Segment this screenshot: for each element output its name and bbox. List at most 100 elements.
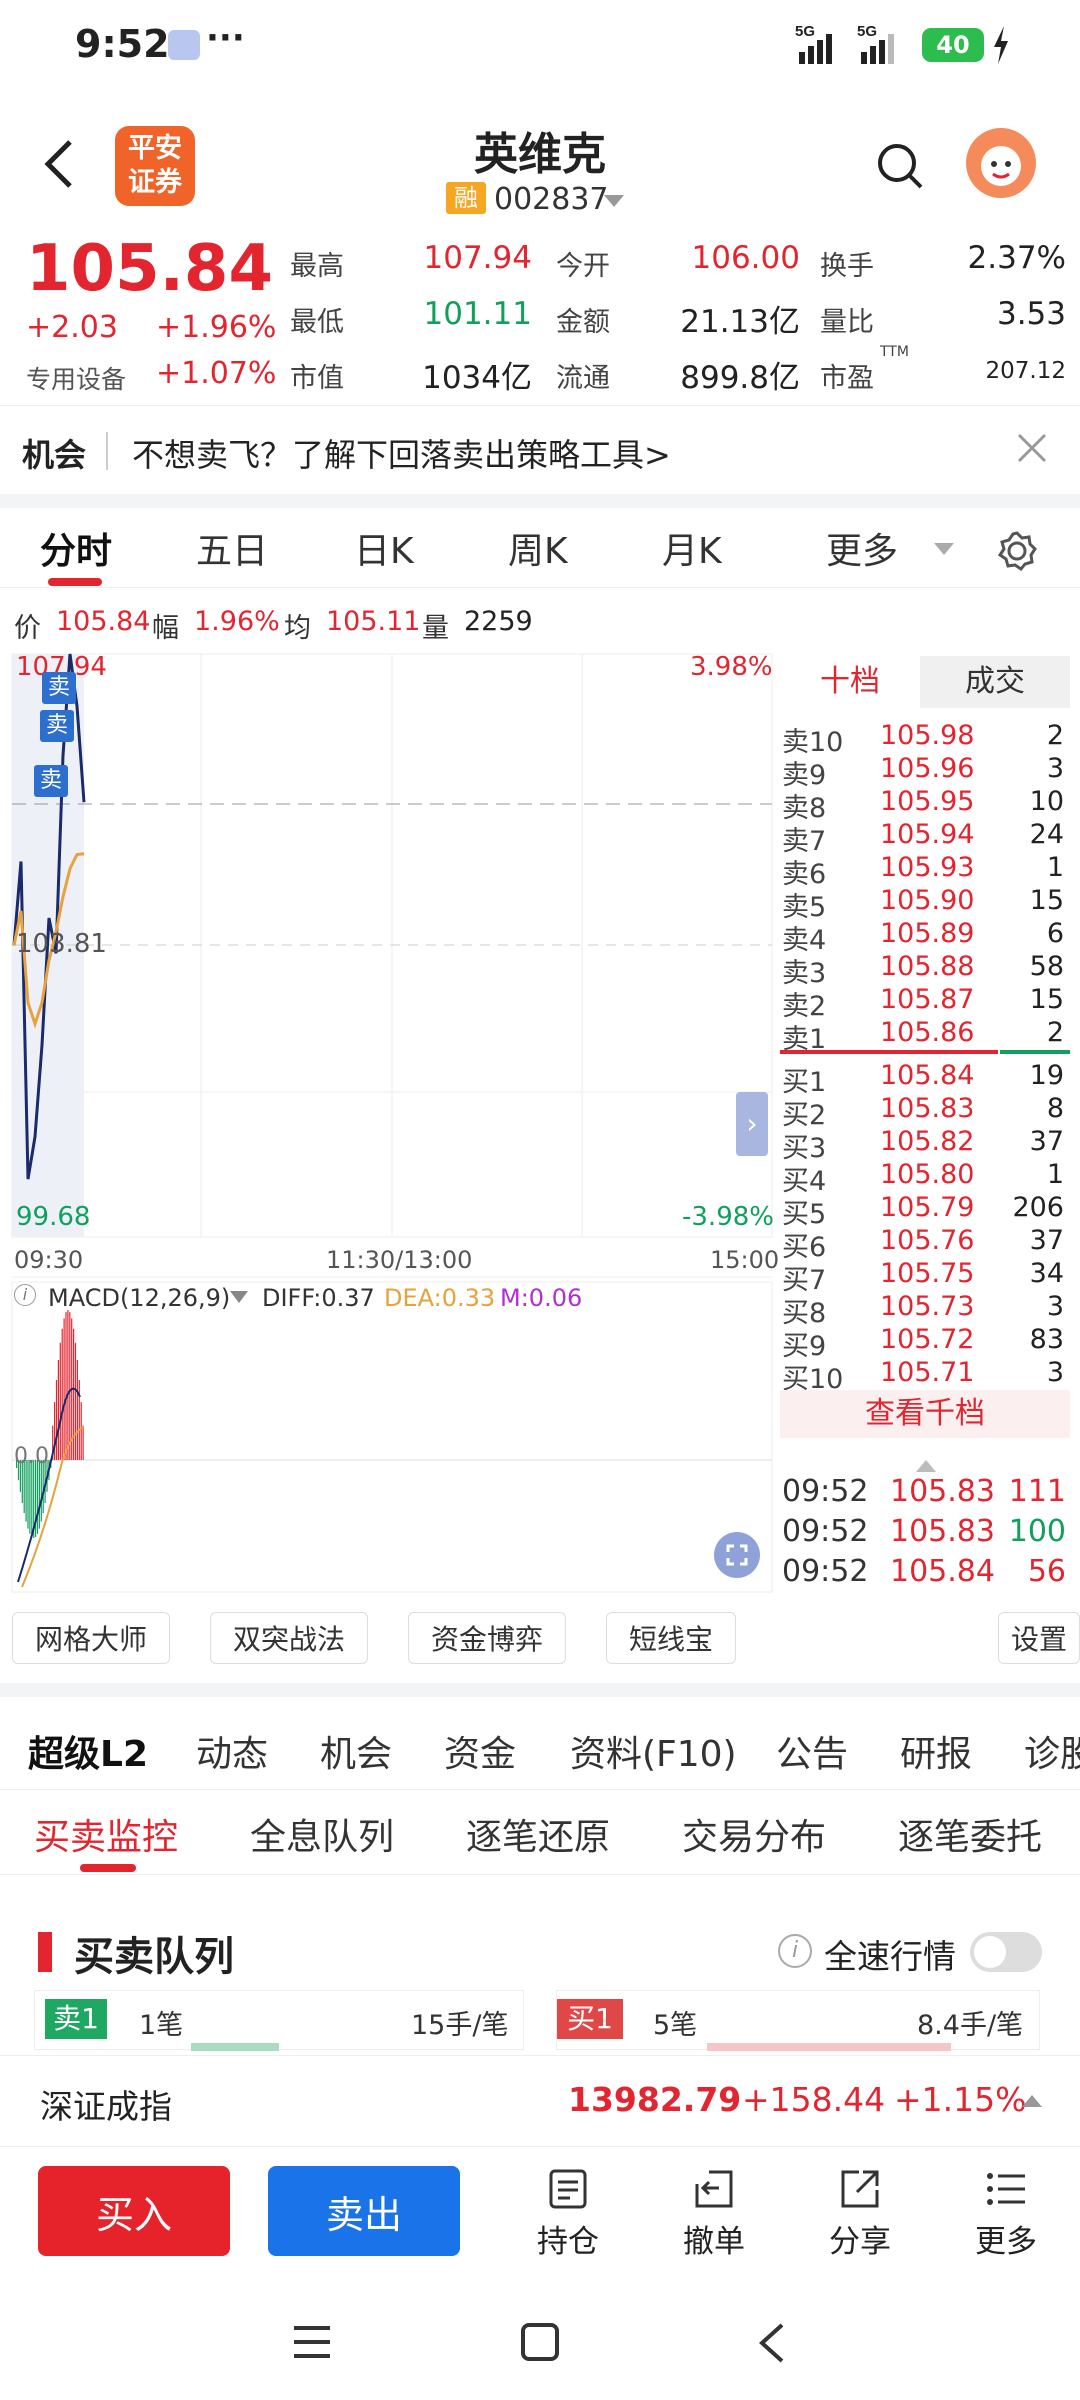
- ask-level-row[interactable]: 卖5 105.90 15: [780, 885, 1070, 923]
- settings-button[interactable]: 设置: [998, 1612, 1080, 1664]
- sector-name[interactable]: 专用设备: [26, 360, 126, 396]
- tab-diagnosis[interactable]: 诊股: [1024, 1725, 1080, 1777]
- bid-level-row[interactable]: 买5 105.79 206: [780, 1192, 1070, 1230]
- tab-tick-replay[interactable]: 逐笔还原: [466, 1808, 610, 1860]
- buy-button[interactable]: 买入: [38, 2166, 230, 2256]
- back-icon[interactable]: [40, 138, 76, 194]
- sell-signal-marker[interactable]: 卖: [40, 710, 74, 742]
- index-ticker[interactable]: 深证成指 13982.79 +158.44 +1.15%: [0, 2055, 1080, 2147]
- chart-info: 价 105.84 幅 1.96% 均 105.11 量 2259: [0, 596, 780, 648]
- ask-level-volume: 15: [1029, 885, 1064, 916]
- tab-tick-orders[interactable]: 逐笔委托: [898, 1808, 1042, 1860]
- recent-apps-icon[interactable]: [292, 2324, 332, 2364]
- ask-level-row[interactable]: 卖3 105.88 58: [780, 951, 1070, 989]
- opportunity-banner[interactable]: 机会 不想卖飞？了解下回落卖出策略工具>: [0, 405, 1080, 495]
- stock-code[interactable]: 002837: [494, 182, 609, 217]
- opportunity-text[interactable]: 不想卖飞？了解下回落卖出策略工具>: [132, 430, 671, 476]
- info-icon[interactable]: i: [778, 1934, 812, 1968]
- vol-label: 量: [422, 613, 449, 644]
- bid-level-row[interactable]: 买8 105.73 3: [780, 1291, 1070, 1329]
- ask-level-row[interactable]: 卖4 105.89 6: [780, 918, 1070, 956]
- intraday-chart[interactable]: 107.94 3.98% 103.81 99.68 -3.98% 09:30 1…: [0, 652, 780, 1602]
- bid-level-row[interactable]: 买3 105.82 37: [780, 1126, 1070, 1164]
- bid-level-volume: 34: [1029, 1258, 1064, 1289]
- view-thousand-levels-button[interactable]: 查看千档: [780, 1390, 1070, 1438]
- bid-level-row[interactable]: 买1 105.84 19: [780, 1060, 1070, 1098]
- tab-deals[interactable]: 成交: [920, 656, 1070, 708]
- tab-month-k[interactable]: 月K: [662, 522, 722, 574]
- macd-label[interactable]: MACD(12,26,9): [48, 1284, 230, 1312]
- buy-queue-card[interactable]: 买1 5笔 8.4手/笔: [556, 1990, 1040, 2051]
- trade-time: 09:52: [782, 1474, 869, 1509]
- ask-level-price: 105.88: [880, 951, 975, 982]
- macd-bar: [80, 1402, 82, 1461]
- tab-day-k[interactable]: 日K: [354, 522, 414, 574]
- ask-level-row[interactable]: 卖8 105.95 10: [780, 786, 1070, 824]
- sell-button[interactable]: 卖出: [268, 2166, 460, 2256]
- ask-level-row[interactable]: 卖6 105.93 1: [780, 852, 1070, 890]
- price-change: +2.03: [26, 310, 118, 345]
- ask-level-row[interactable]: 卖10 105.98 2: [780, 720, 1070, 758]
- ask-level-row[interactable]: 卖1 105.86 2: [780, 1017, 1070, 1055]
- tab-funds[interactable]: 资金: [444, 1725, 516, 1777]
- chevron-up-icon[interactable]: [1022, 2092, 1042, 2111]
- tab-news[interactable]: 动态: [196, 1725, 268, 1777]
- tab-opportunity[interactable]: 机会: [320, 1725, 392, 1777]
- bid-level-row[interactable]: 买4 105.80 1: [780, 1159, 1070, 1197]
- ask-level-row[interactable]: 卖7 105.94 24: [780, 819, 1070, 857]
- bid-level-row[interactable]: 买6 105.76 37: [780, 1225, 1070, 1263]
- stat-label: 换手: [820, 251, 874, 282]
- assistant-avatar-icon[interactable]: [966, 128, 1036, 198]
- share-button[interactable]: 分享: [810, 2168, 910, 2261]
- macd-bar: [82, 1425, 84, 1460]
- system-nav-bar: [0, 2280, 1080, 2400]
- ask-level-row[interactable]: 卖9 105.96 3: [780, 753, 1070, 791]
- sell-queue-card[interactable]: 卖1 1笔 15手/笔: [34, 1990, 524, 2051]
- full-speed-toggle[interactable]: [970, 1932, 1042, 1972]
- expand-chart-arrow-icon[interactable]: ›: [736, 1092, 768, 1156]
- tab-super-l2[interactable]: 超级L2: [28, 1725, 148, 1777]
- info-icon[interactable]: i: [14, 1284, 36, 1306]
- bid-level-row[interactable]: 买10 105.71 3: [780, 1357, 1070, 1395]
- tab-week-k[interactable]: 周K: [508, 522, 568, 574]
- search-icon[interactable]: [876, 142, 924, 196]
- close-icon[interactable]: [1016, 432, 1048, 468]
- sell-signal-marker[interactable]: 卖: [34, 765, 68, 797]
- broker-logo[interactable]: 平安证券: [115, 126, 195, 206]
- fund-game-button[interactable]: 资金博弈: [408, 1612, 566, 1664]
- tab-trade-monitor[interactable]: 买卖监控: [34, 1808, 178, 1860]
- tab-announcements[interactable]: 公告: [776, 1725, 848, 1777]
- bid-level-row[interactable]: 买2 105.83 8: [780, 1093, 1070, 1131]
- double-break-button[interactable]: 双突战法: [210, 1612, 368, 1664]
- status-bar: 9:52 ··· 5G 5G 40: [0, 0, 1080, 90]
- tab-research[interactable]: 研报: [900, 1725, 972, 1777]
- bid-level-row[interactable]: 买7 105.75 34: [780, 1258, 1070, 1296]
- bid-level-price: 105.73: [880, 1291, 975, 1322]
- fullscreen-icon[interactable]: [714, 1532, 760, 1578]
- ask-level-row[interactable]: 卖2 105.87 15: [780, 984, 1070, 1022]
- tab-ten-level[interactable]: 十档: [780, 656, 920, 708]
- back-nav-icon[interactable]: [756, 2322, 786, 2368]
- short-line-button[interactable]: 短线宝: [606, 1612, 736, 1664]
- sell-signal-marker[interactable]: 卖: [42, 672, 76, 704]
- grid-master-button[interactable]: 网格大师: [12, 1612, 170, 1664]
- tab-five-day[interactable]: 五日: [196, 522, 268, 574]
- macd-bar: [63, 1318, 65, 1461]
- tab-f10[interactable]: 资料(F10): [570, 1725, 737, 1777]
- chevron-down-icon[interactable]: [934, 542, 954, 561]
- trade-volume: 100: [1008, 1514, 1066, 1549]
- tab-intraday[interactable]: 分时: [40, 522, 112, 574]
- tab-trade-distribution[interactable]: 交易分布: [682, 1808, 826, 1860]
- chevron-down-icon[interactable]: [604, 194, 624, 213]
- tab-more[interactable]: 更多: [826, 522, 898, 574]
- settings-gear-icon[interactable]: [996, 530, 1038, 576]
- cancel-order-button[interactable]: 撤单: [664, 2168, 764, 2261]
- home-icon[interactable]: [520, 2322, 560, 2366]
- bid-level-row[interactable]: 买9 105.72 83: [780, 1324, 1070, 1362]
- chevron-down-icon[interactable]: [230, 1290, 248, 1309]
- macd-bar: [29, 1460, 31, 1534]
- price-change-pct: +1.96%: [156, 310, 277, 345]
- more-button[interactable]: 更多: [956, 2168, 1056, 2261]
- holdings-button[interactable]: 持仓: [518, 2168, 618, 2261]
- tab-full-queue[interactable]: 全息队列: [250, 1808, 394, 1860]
